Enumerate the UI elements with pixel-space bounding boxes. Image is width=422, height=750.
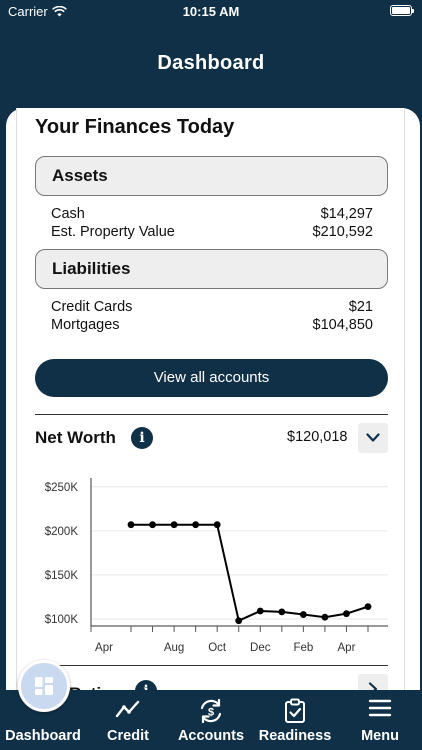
asset-row-cash: Cash $14,297 — [51, 206, 373, 222]
row-label: Cash — [51, 206, 85, 222]
y-tick-label: $150K — [45, 570, 79, 582]
view-all-accounts-button[interactable]: View all accounts — [35, 359, 388, 397]
tab-accounts[interactable]: $ Accounts — [170, 690, 252, 750]
data-point — [321, 613, 329, 621]
tab-readiness[interactable]: Readiness — [252, 690, 338, 750]
data-point — [343, 610, 350, 618]
series-line — [131, 523, 369, 623]
trend-icon — [115, 700, 140, 718]
tab-label: Menu — [361, 728, 399, 744]
tab-label: Readiness — [258, 728, 332, 744]
page-title: Dashboard — [157, 52, 265, 74]
row-value: $21 — [348, 299, 373, 315]
divider — [35, 665, 388, 666]
status-bar: Carrier 10:15 AM — [0, 0, 422, 22]
tab-menu[interactable]: Menu — [338, 690, 422, 750]
y-tick-label: $100K — [45, 614, 79, 626]
data-point — [149, 521, 156, 529]
x-tick-label: Feb — [293, 642, 313, 654]
row-label: Credit Cards — [51, 299, 133, 315]
info-icon[interactable]: i — [131, 427, 153, 449]
x-tick-label: Oct — [208, 642, 227, 654]
data-point — [299, 611, 307, 618]
x-tick-label: Apr — [338, 642, 356, 654]
row-label: Mortgages — [51, 317, 120, 333]
chevron-down-icon — [366, 433, 380, 442]
data-point — [170, 521, 178, 529]
battery-icon — [390, 5, 414, 16]
accounts-sync-icon: $ — [200, 698, 222, 724]
row-value: $104,850 — [312, 317, 373, 333]
dashboard-icon — [35, 677, 53, 695]
x-tick-label: Dec — [250, 642, 271, 654]
hamburger-icon — [368, 699, 392, 717]
row-label: Est. Property Value — [51, 224, 175, 240]
net-worth-chart: $250K $200K $150K $100K Apr Aug Oct Dec Feb Apr — [45, 478, 388, 654]
finances-title: Your Finances Today — [35, 116, 235, 138]
assets-header[interactable]: Assets — [35, 156, 388, 196]
liability-row-mortgages: Mortgages $104,850 — [51, 317, 373, 333]
row-value: $14,297 — [320, 206, 373, 222]
svg-text:$: $ — [208, 707, 214, 719]
clock: 10:15 AM — [182, 4, 240, 19]
data-point — [213, 521, 221, 529]
net-worth-value: $120,018 — [287, 429, 348, 445]
divider — [35, 414, 388, 415]
data-point — [192, 521, 200, 529]
liabilities-header[interactable]: Liabilities — [35, 249, 388, 289]
clipboard-check-icon — [285, 698, 305, 723]
data-point — [256, 607, 264, 615]
asset-row-property: Est. Property Value $210,592 — [51, 224, 373, 240]
tab-label: Dashboard — [5, 728, 81, 744]
dashboard-fab-button[interactable] — [18, 660, 70, 712]
tab-label: Accounts — [177, 728, 245, 744]
x-tick-label: Aug — [164, 642, 184, 654]
x-tick-label: Apr — [95, 642, 113, 654]
row-value: $210,592 — [312, 224, 373, 240]
data-point — [235, 617, 243, 625]
liability-row-credit-cards: Credit Cards $21 — [51, 299, 373, 315]
data-point — [364, 603, 372, 611]
data-point — [278, 608, 286, 616]
net-worth-title: Net Worth — [35, 428, 116, 447]
finances-card: Your Finances Today Assets Cash $14,297 … — [16, 108, 405, 708]
tab-label: Credit — [107, 728, 149, 744]
data-point — [127, 521, 135, 529]
net-worth-expand-button[interactable] — [358, 423, 388, 453]
tab-credit[interactable]: Credit — [86, 690, 170, 750]
y-tick-label: $250K — [45, 482, 79, 494]
y-tick-label: $200K — [45, 526, 79, 538]
